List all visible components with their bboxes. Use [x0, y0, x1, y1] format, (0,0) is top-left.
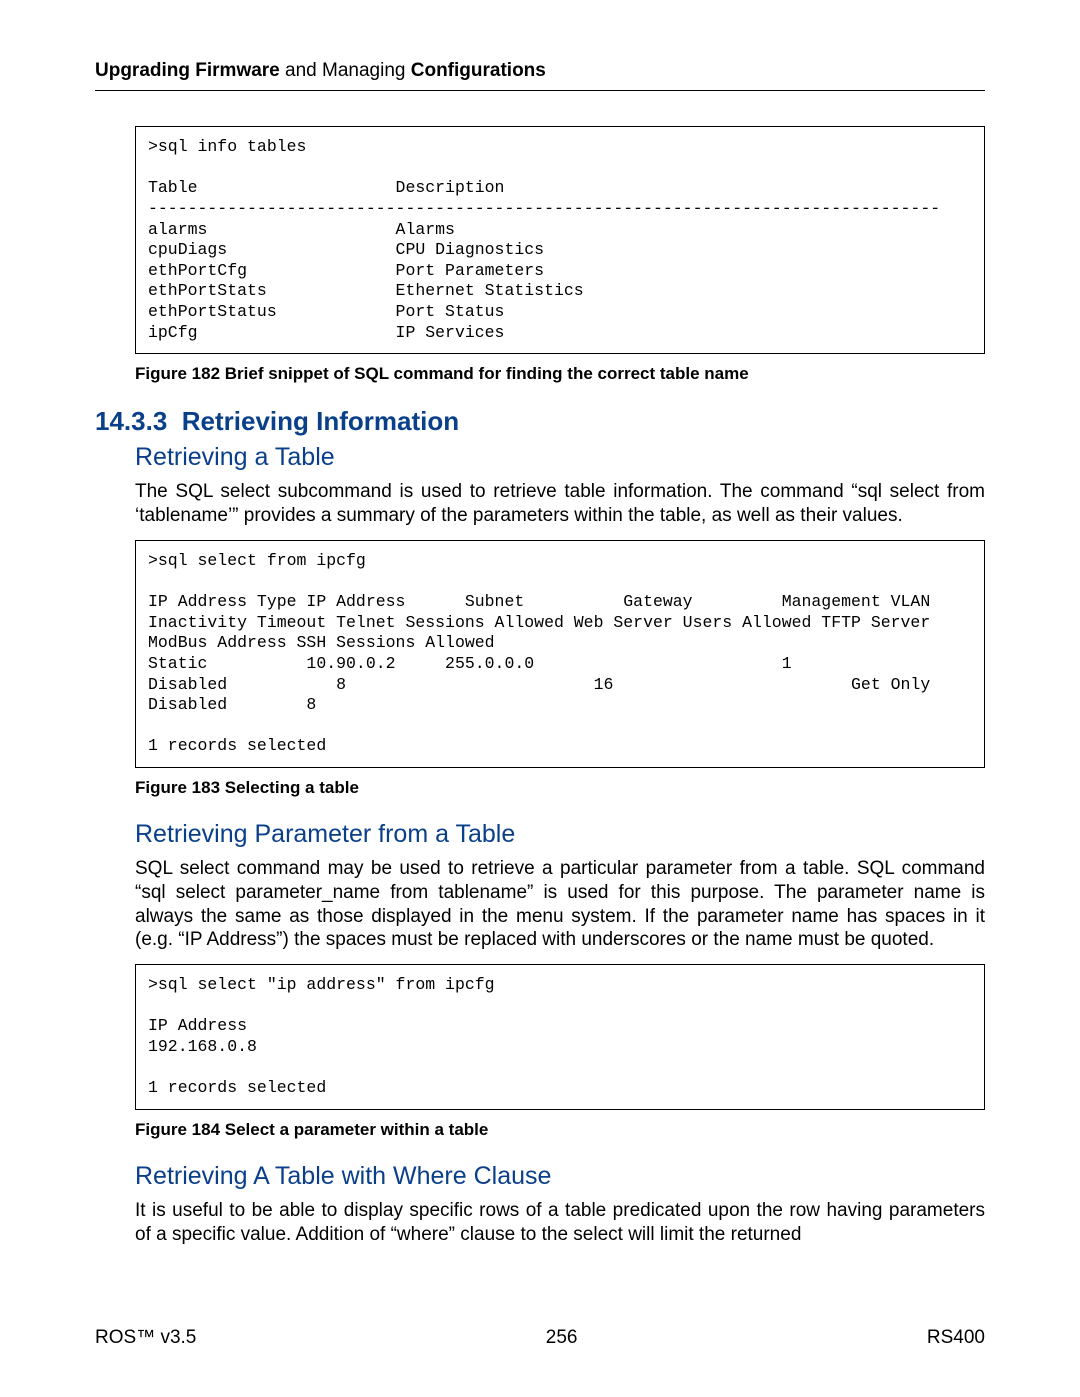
paragraph-3: It is useful to be able to display speci… [135, 1199, 985, 1247]
code-block-2: >sql select from ipcfg IP Address Type I… [135, 540, 985, 768]
subheading-where-clause: Retrieving A Table with Where Clause [135, 1162, 985, 1191]
figure-caption-182: Figure 182 Brief snippet of SQL command … [135, 364, 985, 384]
footer-right: RS400 [927, 1327, 985, 1349]
footer-page-number: 256 [546, 1327, 578, 1349]
page: Upgrading Firmware and Managing Configur… [0, 0, 1080, 1397]
paragraph-1: The SQL select subcommand is used to ret… [135, 480, 985, 528]
footer-left: ROS™ v3.5 [95, 1327, 196, 1349]
section-heading: 14.3.3 Retrieving Information [95, 406, 985, 437]
header-bold-2: Configurations [411, 60, 546, 81]
subheading-retrieving-table: Retrieving a Table [135, 443, 985, 472]
code-block-1: >sql info tables Table Description -----… [135, 126, 985, 354]
header-plain: and Managing [280, 60, 411, 81]
paragraph-2: SQL select command may be used to retrie… [135, 857, 985, 952]
section-number: 14.3.3 [95, 406, 167, 436]
page-footer: ROS™ v3.5 256 RS400 [95, 1327, 985, 1349]
section-title: Retrieving Information [182, 406, 459, 436]
header-bold-1: Upgrading Firmware [95, 60, 280, 81]
subheading-retrieving-parameter: Retrieving Parameter from a Table [135, 820, 985, 849]
figure-caption-184: Figure 184 Select a parameter within a t… [135, 1120, 985, 1140]
running-header: Upgrading Firmware and Managing Configur… [95, 60, 985, 91]
figure-caption-183: Figure 183 Selecting a table [135, 778, 985, 798]
code-block-3: >sql select "ip address" from ipcfg IP A… [135, 964, 985, 1110]
